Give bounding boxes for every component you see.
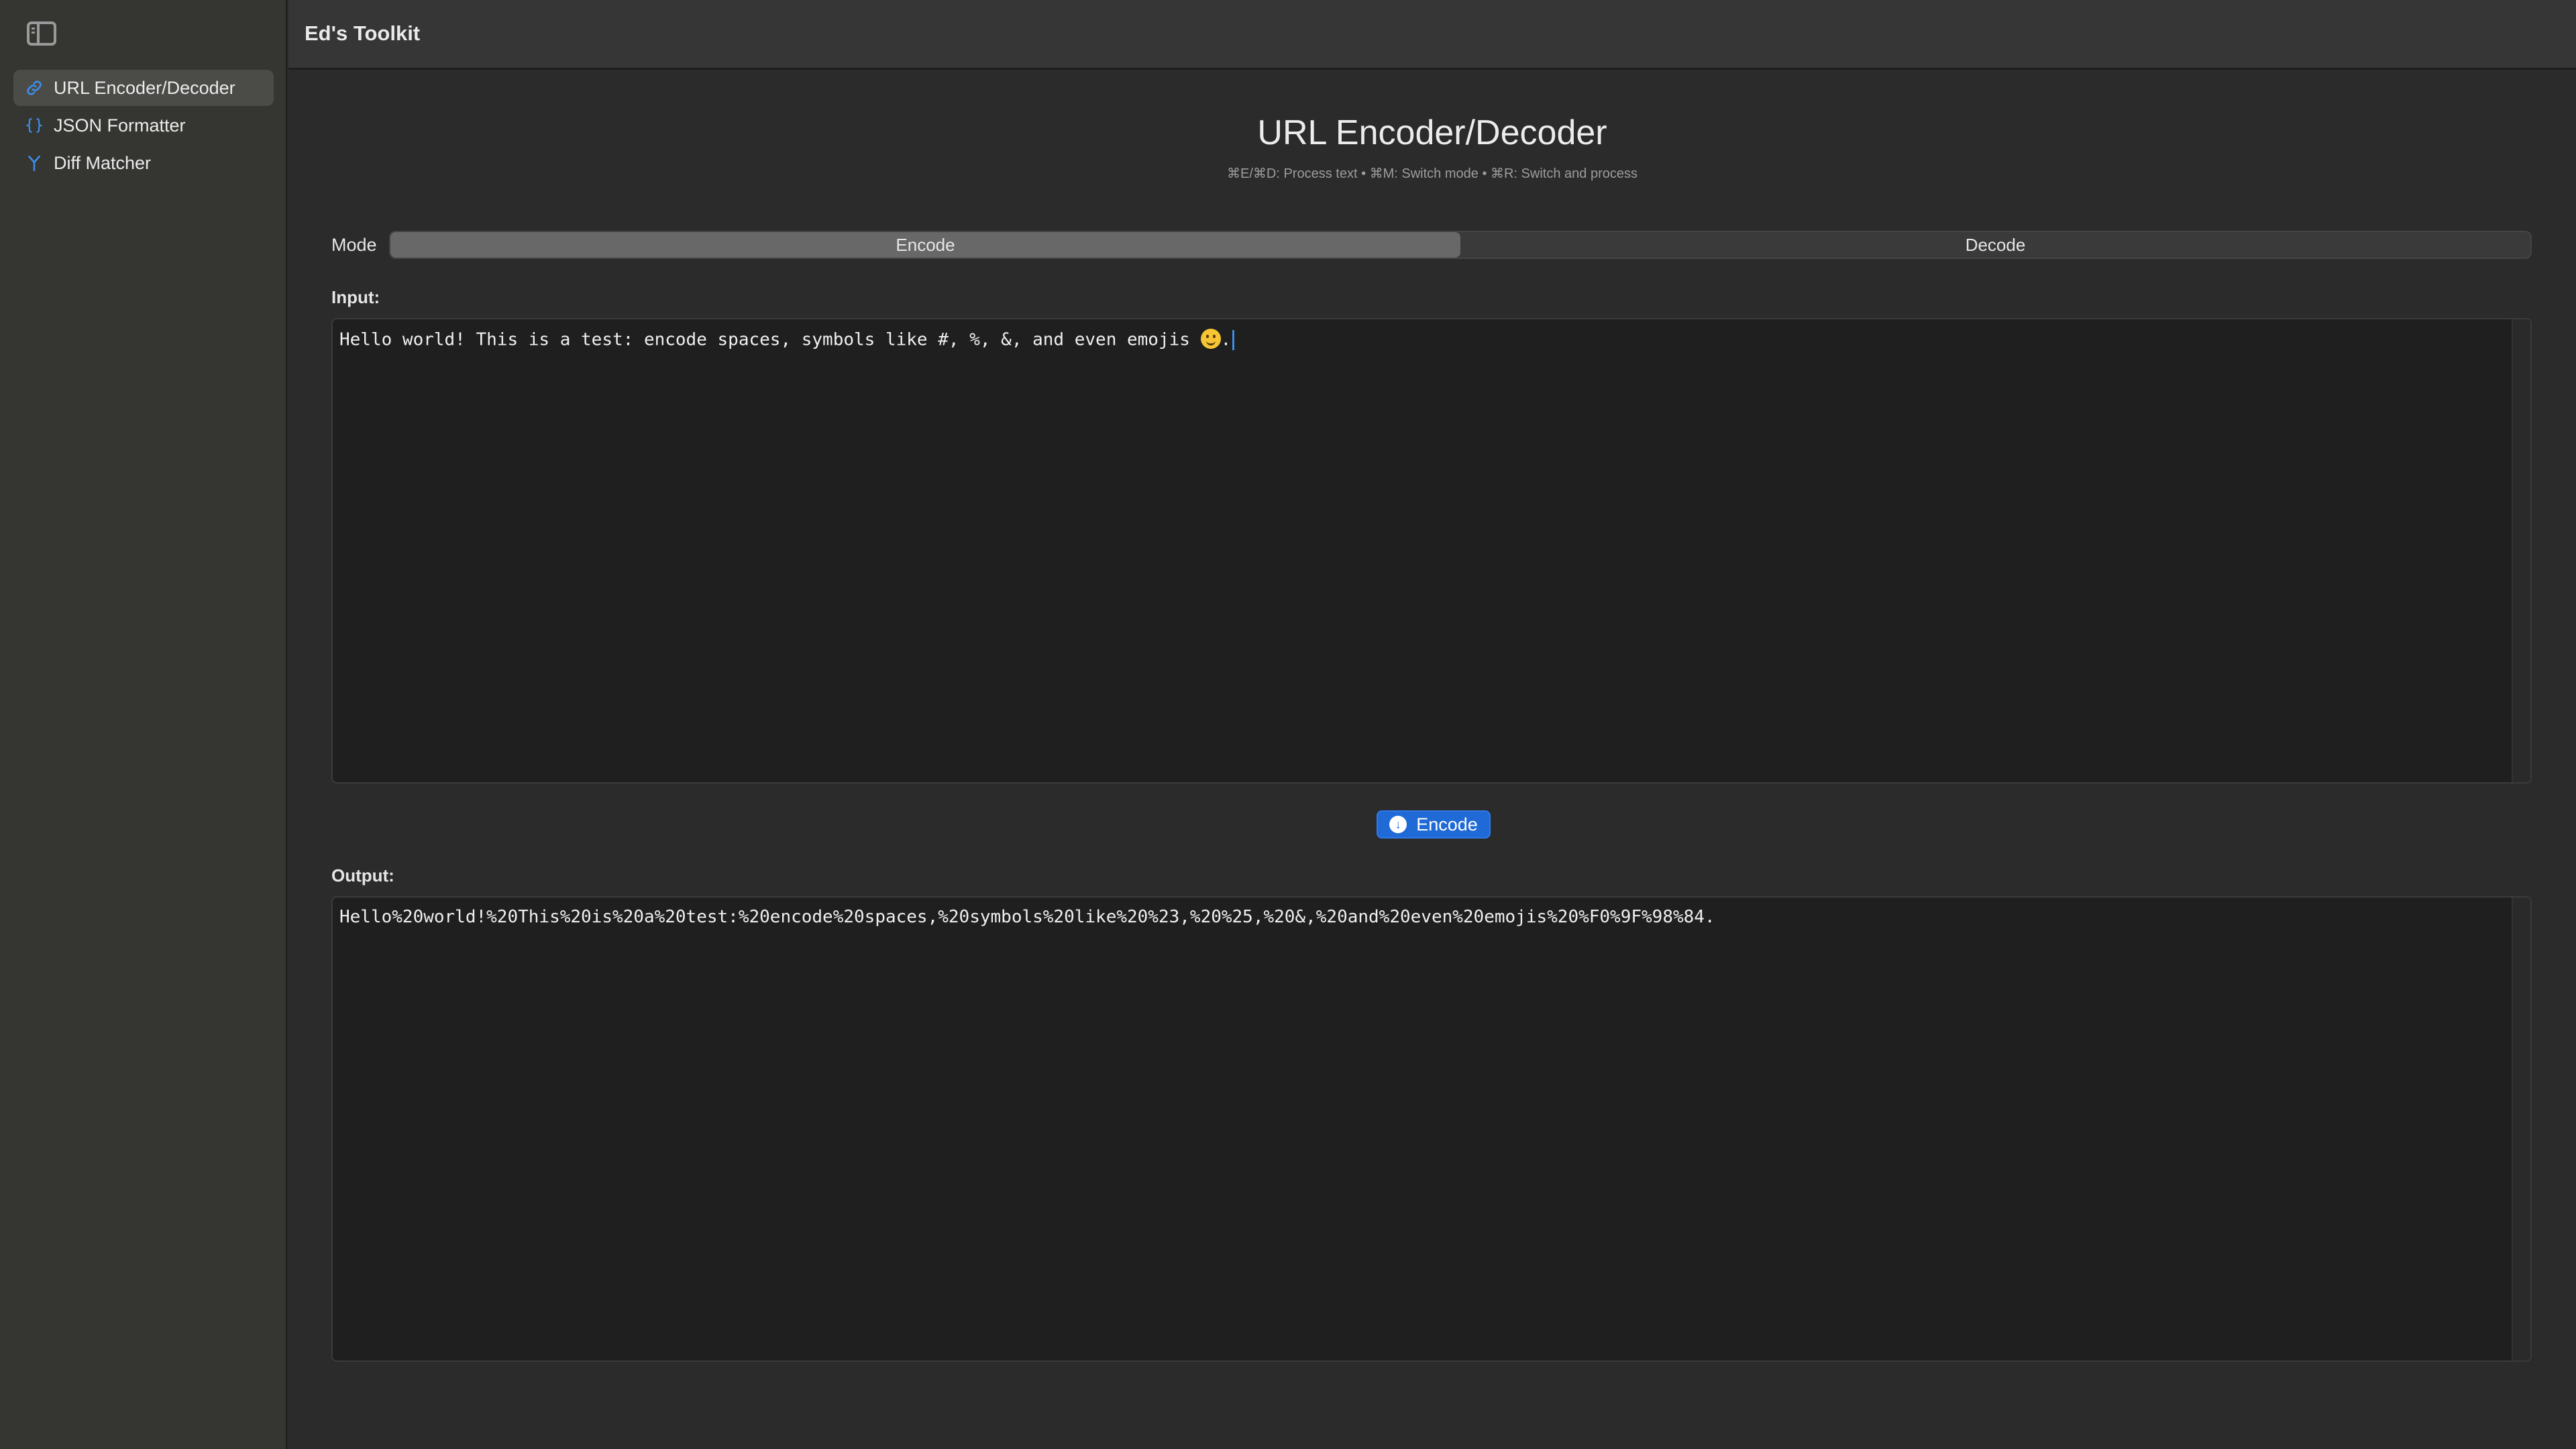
- encode-button-label: Encode: [1416, 814, 1478, 835]
- sidebar-item-json-formatter[interactable]: JSON Formatter: [13, 107, 274, 144]
- output-label: Output:: [331, 865, 394, 886]
- merge-icon: [24, 153, 44, 173]
- main-content: URL Encoder/Decoder ⌘E/⌘D: Process text …: [288, 70, 2576, 1449]
- link-icon: [24, 78, 44, 98]
- arrow-down-circle-icon: ↓: [1389, 816, 1407, 833]
- sidebar-item-label: JSON Formatter: [54, 115, 186, 136]
- page-title: URL Encoder/Decoder: [288, 113, 2576, 153]
- sidebar-item-label: URL Encoder/Decoder: [54, 78, 235, 99]
- sidebar-toggle-icon[interactable]: [27, 21, 56, 46]
- input-label: Input:: [331, 287, 380, 308]
- mode-option-encode[interactable]: Encode: [390, 232, 1460, 258]
- output-text: Hello%20world!%20This%20is%20a%20test:%2…: [339, 907, 2504, 927]
- output-scrollbar[interactable]: [2512, 898, 2530, 1360]
- text-caret: [1232, 330, 1234, 350]
- input-text-part: Hello world! This is a test: encode spac…: [339, 330, 1201, 350]
- output-text-area[interactable]: Hello%20world!%20This%20is%20a%20test:%2…: [331, 896, 2532, 1362]
- keyboard-shortcuts-hint: ⌘E/⌘D: Process text • ⌘M: Switch mode • …: [288, 165, 2576, 182]
- input-scrollbar[interactable]: [2512, 319, 2530, 782]
- mode-segmented-control: Encode Decode: [389, 231, 2532, 259]
- window-header: Ed's Toolkit: [288, 0, 2576, 70]
- mode-label: Mode: [331, 235, 377, 256]
- input-text: Hello world! This is a test: encode spac…: [339, 329, 2504, 352]
- app-window: URL Encoder/Decoder JSON Formatter: [0, 0, 2576, 1449]
- grinning-emoji-icon: [1201, 329, 1221, 349]
- input-text-part: .: [1221, 330, 1232, 350]
- input-text-area[interactable]: Hello world! This is a test: encode spac…: [331, 318, 2532, 784]
- braces-icon: [24, 115, 44, 136]
- window-title: Ed's Toolkit: [305, 21, 420, 46]
- sidebar-item-label: Diff Matcher: [54, 153, 151, 174]
- sidebar-nav: URL Encoder/Decoder JSON Formatter: [13, 70, 274, 182]
- sidebar-item-url-encoder-decoder[interactable]: URL Encoder/Decoder: [13, 70, 274, 106]
- sidebar-item-diff-matcher[interactable]: Diff Matcher: [13, 145, 274, 181]
- mode-option-decode[interactable]: Decode: [1460, 232, 2530, 258]
- sidebar: URL Encoder/Decoder JSON Formatter: [0, 0, 287, 1449]
- encode-button[interactable]: ↓ Encode: [1377, 810, 1491, 839]
